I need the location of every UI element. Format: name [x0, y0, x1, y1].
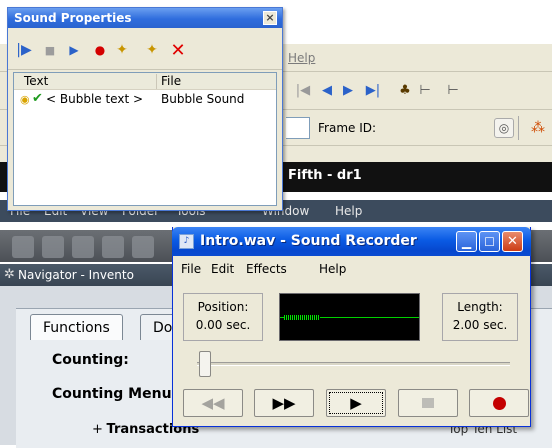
list-item[interactable]: ◉ ✔ < Bubble text > Bubble Sound	[14, 91, 276, 109]
position-label: Position:	[197, 300, 249, 314]
column-header-file[interactable]: File	[156, 74, 181, 89]
navigator-label: Navigator - Invento	[18, 268, 134, 282]
ear-icon: ◉	[20, 93, 30, 106]
length-display: Length: 2.00 sec.	[442, 293, 518, 341]
play-from-start-icon[interactable]: |▶	[14, 40, 34, 60]
menu-help[interactable]: Help	[319, 262, 346, 276]
navigator-icon: ✲	[4, 267, 15, 282]
sound-recorder-window: ♪ Intro.wav - Sound Recorder ▁ ☐ ✕ File …	[172, 227, 531, 427]
inner-tool-3-icon[interactable]	[72, 236, 94, 258]
length-value: 2.00 sec.	[452, 318, 508, 332]
sound-recorder-title: Intro.wav - Sound Recorder	[200, 233, 417, 249]
fast-forward-icon: ▶▶	[272, 394, 296, 412]
recorder-menubar: File Edit Effects Help	[173, 256, 530, 280]
sound-list-header: Text File	[14, 73, 276, 90]
minimize-button[interactable]: ▁	[456, 231, 477, 252]
last-frame-icon[interactable]: ▶|	[362, 79, 384, 101]
play-icon[interactable]: ▶	[64, 40, 84, 60]
document-title: Fifth - dr1	[288, 168, 362, 183]
play-icon: ▶	[350, 394, 362, 412]
tab-functions[interactable]: Functions	[30, 314, 123, 340]
branch-icon[interactable]: ♣	[394, 79, 416, 101]
frame-input[interactable]	[286, 117, 310, 139]
stop-icon[interactable]: ■	[40, 40, 60, 60]
target-icon[interactable]: ◎	[494, 118, 514, 138]
inner-tool-5-icon[interactable]	[132, 236, 154, 258]
inner-tool-1-icon[interactable]	[12, 236, 34, 258]
record-icon	[492, 396, 506, 410]
play-button[interactable]: ▶	[326, 389, 386, 417]
stop-button[interactable]	[398, 389, 458, 417]
next-icon[interactable]: ▶	[337, 79, 359, 101]
delete-icon[interactable]: ✕	[168, 40, 188, 61]
previous-icon[interactable]: ◀	[316, 79, 338, 101]
column-header-text[interactable]: Text	[24, 74, 48, 88]
menu-effects[interactable]: Effects	[246, 262, 287, 276]
sound-properties-titlebar[interactable]: Sound Properties ×	[8, 8, 282, 28]
position-display: Position: 0.00 sec.	[183, 293, 263, 341]
counting-menu-label: Counting Menu	[52, 386, 172, 402]
tree-expander[interactable]: +	[92, 422, 103, 437]
frame-id-label: Frame ID:	[318, 121, 377, 135]
toolbar-separator	[518, 116, 519, 140]
waveform-burst	[284, 315, 320, 320]
list-item-text: < Bubble text >	[46, 92, 144, 106]
seek-to-end-button[interactable]: ▶▶	[254, 389, 314, 417]
menu-edit[interactable]: Edit	[211, 262, 234, 276]
add-bubble-sound-icon[interactable]: ✦	[142, 40, 162, 60]
recorder-app-icon: ♪	[179, 234, 194, 249]
length-label: Length:	[457, 300, 503, 314]
menu-help[interactable]: Help	[288, 51, 315, 65]
sound-list: Text File ◉ ✔ < Bubble text > Bubble Sou…	[13, 72, 277, 206]
inner-tool-2-icon[interactable]	[42, 236, 64, 258]
record-icon[interactable]: ●	[90, 40, 110, 60]
sound-recorder-titlebar[interactable]: ♪ Intro.wav - Sound Recorder ▁ ☐ ✕	[172, 227, 531, 256]
sound-properties-toolbar: |▶ ■ ▶ ● ✦ ✦ ✕	[8, 28, 282, 70]
sound-properties-window: Sound Properties × |▶ ■ ▶ ● ✦ ✦ ✕ Text F…	[7, 7, 283, 211]
rewind-icon: ◀◀	[201, 394, 225, 412]
record-button[interactable]	[469, 389, 529, 417]
stop-icon	[422, 398, 434, 408]
maximize-button[interactable]: ☐	[479, 231, 500, 252]
step-left-icon[interactable]: ⊢	[414, 79, 436, 101]
first-frame-icon[interactable]: |◀	[292, 79, 314, 101]
inner-tool-4-icon[interactable]	[102, 236, 124, 258]
seek-to-start-button[interactable]: ◀◀	[183, 389, 243, 417]
list-item-file: Bubble Sound	[161, 92, 245, 106]
counting-label: Counting:	[52, 352, 129, 368]
close-button[interactable]: ×	[263, 11, 277, 25]
position-value: 0.00 sec.	[195, 318, 251, 332]
step-right-icon[interactable]: ⊢	[442, 79, 464, 101]
add-sound-icon[interactable]: ✦	[112, 40, 132, 60]
sound-properties-title: Sound Properties	[14, 11, 132, 25]
inner-menu-help[interactable]: Help	[335, 204, 362, 218]
checkmark-icon: ✔	[32, 91, 43, 106]
menu-file[interactable]: File	[181, 262, 201, 276]
waveform-display	[279, 293, 420, 341]
seek-slider-track[interactable]	[197, 362, 510, 366]
close-button[interactable]: ✕	[502, 231, 523, 252]
seek-slider-thumb[interactable]	[199, 351, 211, 377]
hierarchy-icon[interactable]: ⁂	[528, 118, 548, 138]
